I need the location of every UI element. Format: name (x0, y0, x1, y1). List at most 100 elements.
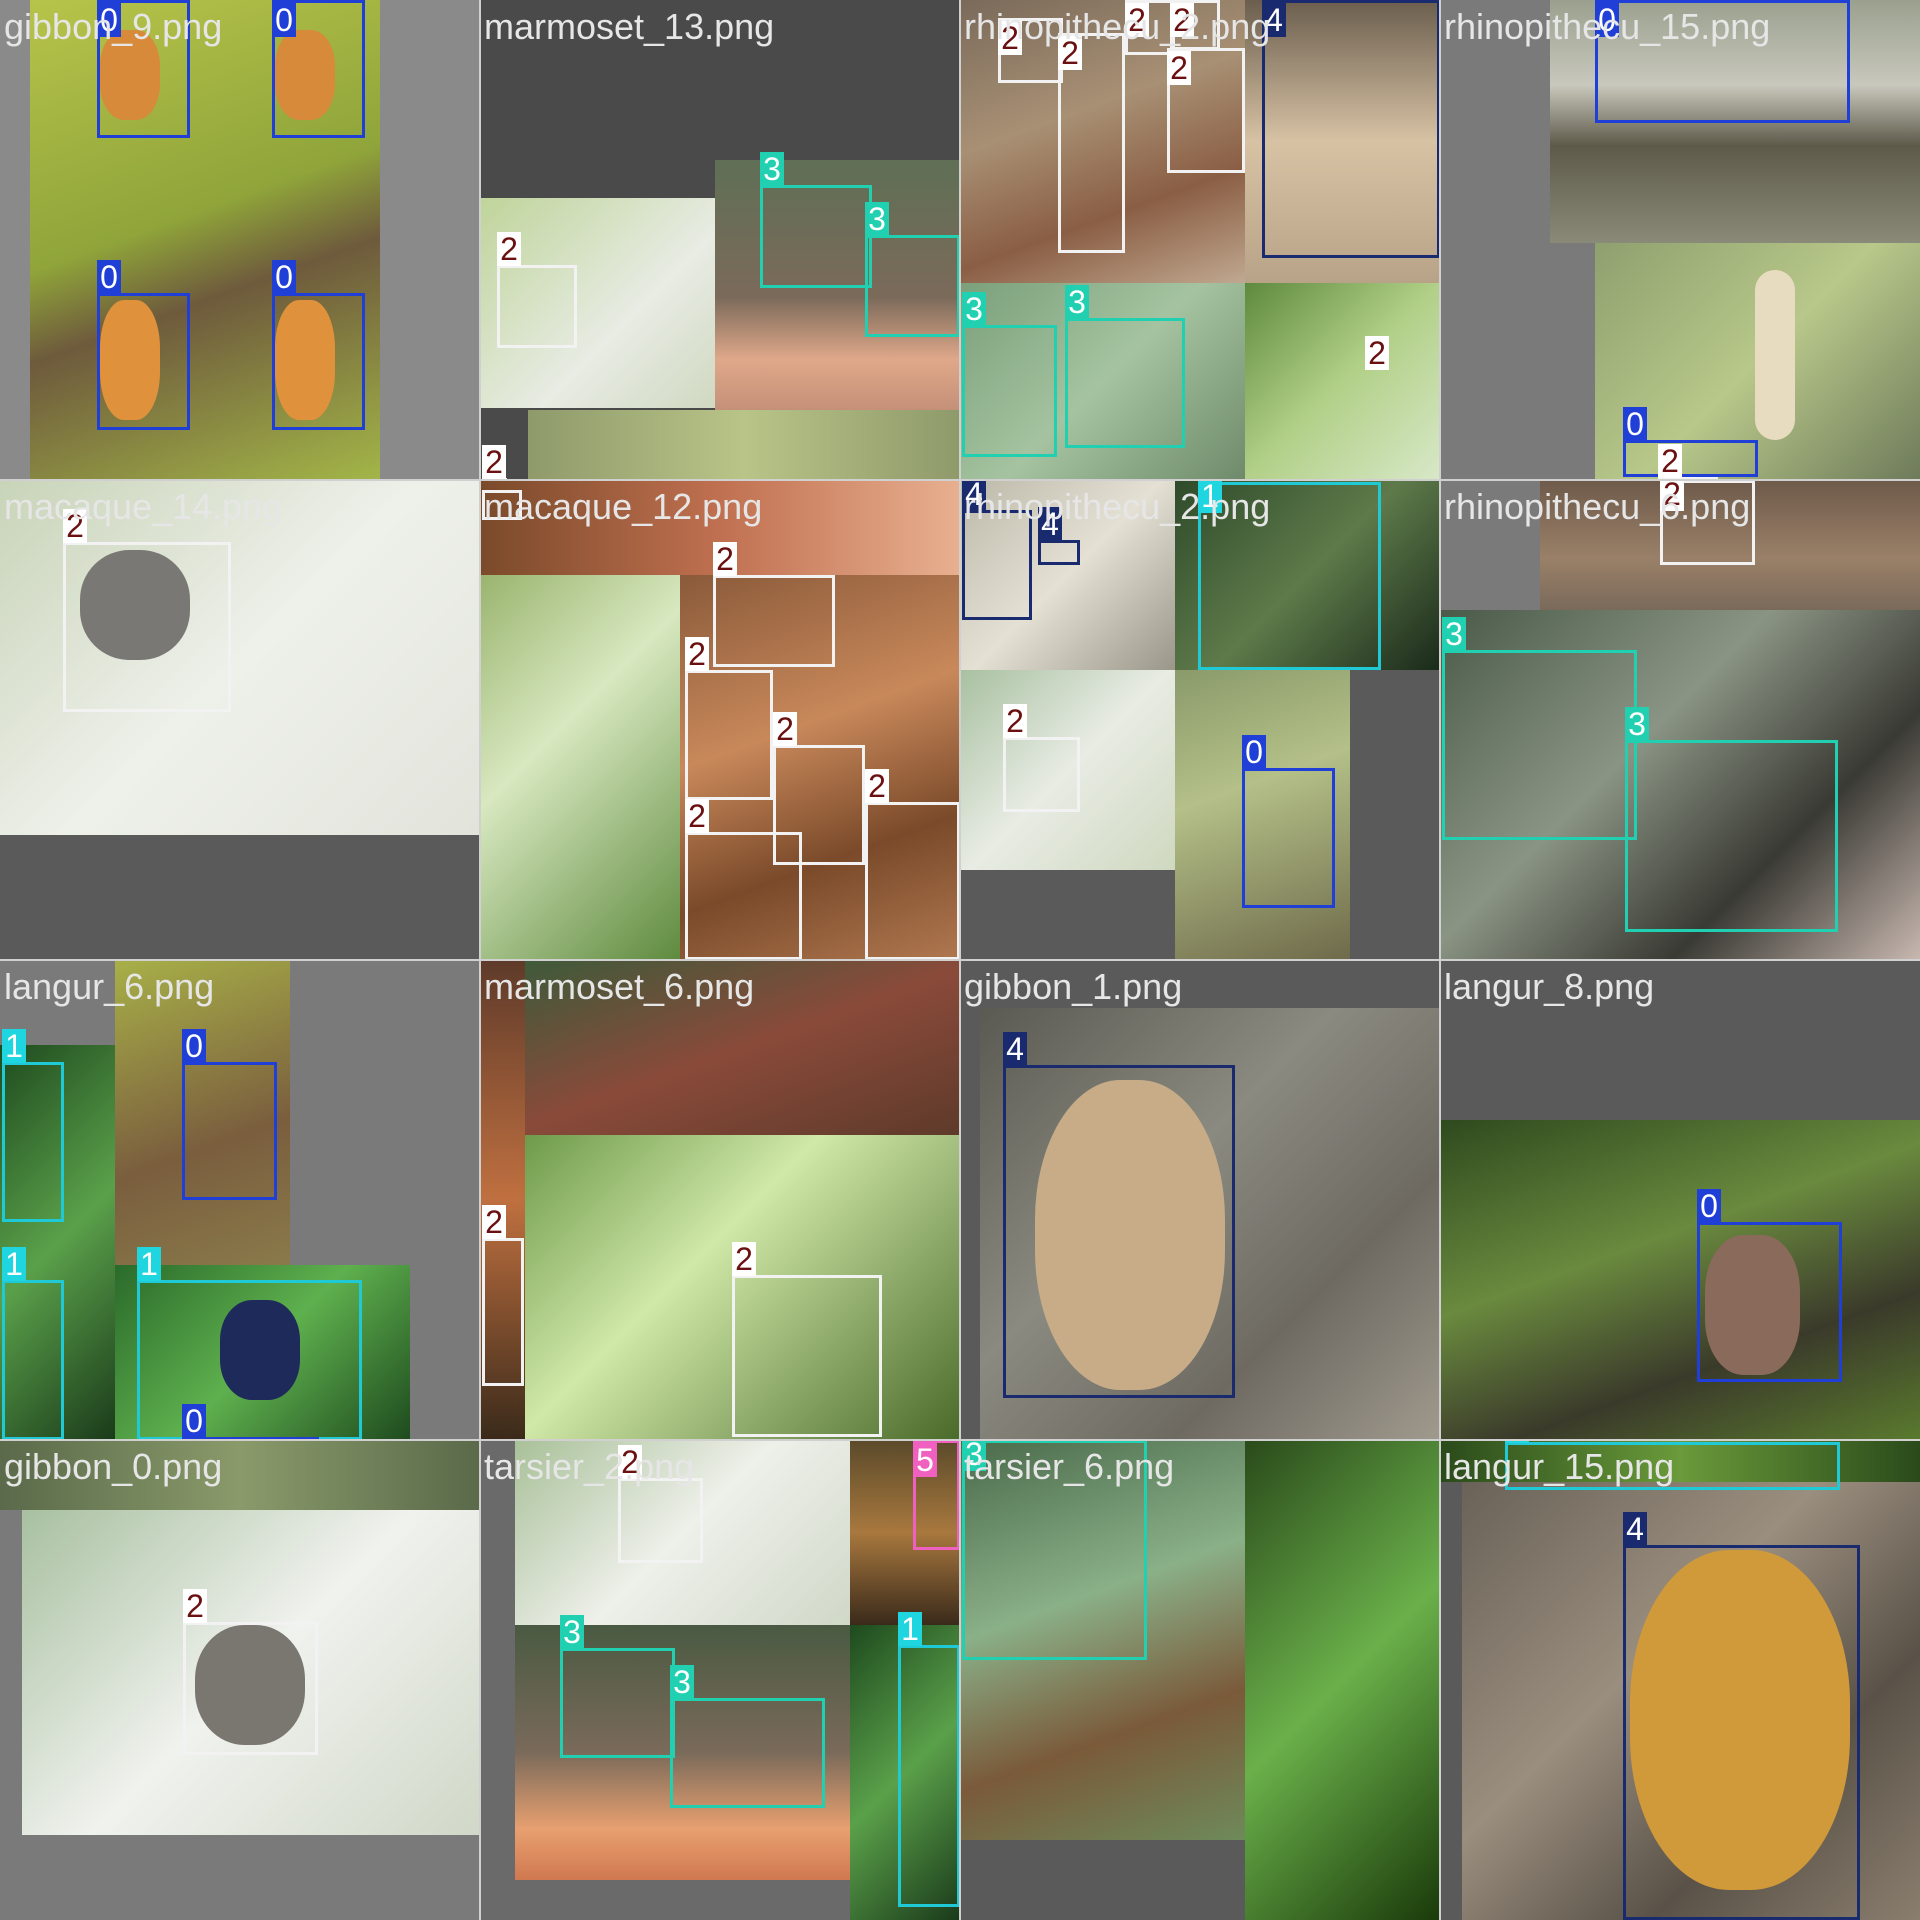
mosaic-tile: gibbon_1.png 4 (960, 960, 1440, 1440)
detection-box: 4 (1262, 0, 1440, 258)
detection-box: 2 (63, 509, 231, 712)
detection-box: 0 (1697, 1189, 1842, 1382)
photo-patch (1440, 1120, 1920, 1440)
class-label: 0 (1623, 407, 1647, 441)
class-label: 2 (865, 769, 889, 803)
mosaic-tile: rhinopithecu_2.png 4 4 1 2 0 (960, 480, 1440, 960)
class-label: 0 (1242, 735, 1266, 769)
detection-box: 3 (1442, 617, 1637, 840)
detection-box: 0 (182, 1029, 277, 1200)
photo-patch (480, 575, 680, 960)
detection-box: 0 (97, 260, 190, 430)
class-label: 5 (913, 1443, 937, 1477)
detection-box: 2 (685, 799, 802, 960)
class-label: 2 (482, 1205, 506, 1239)
detection-box: 2 (1167, 48, 1245, 173)
mosaic-tile: langur_15.png 1 4 (1440, 1440, 1920, 1920)
detection-box: 3 (670, 1665, 825, 1808)
tile-label: rhinopithecu_15.png (1444, 6, 1771, 47)
detection-box: 4 (1003, 1032, 1235, 1398)
detection-box: 3 (962, 292, 1057, 457)
grid-divider (0, 1439, 1920, 1441)
detection-box: 2 (685, 637, 773, 800)
mosaic-tile: langur_8.png 0 (1440, 960, 1920, 1440)
mosaic-tile: gibbon_0.png 2 (0, 1440, 480, 1920)
photo-patch (1245, 1440, 1440, 1920)
detection-box: 3 (560, 1615, 675, 1758)
detection-box: 2 (732, 1242, 882, 1437)
class-label: 2 (183, 1589, 207, 1623)
class-label: 2 (685, 637, 709, 671)
detection-box: 3 (1065, 285, 1185, 448)
class-label: 3 (1065, 285, 1089, 319)
tile-label: tarsier_2.png (484, 1446, 695, 1487)
tile-label: marmoset_6.png (484, 966, 755, 1007)
detection-box: 2 (1365, 336, 1440, 480)
class-label: 3 (670, 1665, 694, 1699)
class-label: 0 (97, 260, 121, 294)
class-label: 0 (182, 1029, 206, 1063)
class-label: 2 (1658, 444, 1682, 478)
detection-box: 1 (2, 1029, 64, 1222)
mosaic-tile: gibbon_9.png 0 0 0 0 (0, 0, 480, 480)
mosaic-tile: macaque_12.png 2 2 2 2 2 2 (480, 480, 960, 960)
class-label: 0 (1697, 1189, 1721, 1223)
tile-label: rhinopithecu_6.png (1444, 486, 1751, 527)
class-label: 1 (2, 1029, 26, 1063)
class-label: 2 (482, 445, 506, 479)
tile-label: macaque_14.png (4, 486, 283, 527)
class-label: 0 (272, 3, 296, 37)
mosaic-tile: langur_6.png 1 0 1 1 0 (0, 960, 480, 1440)
mosaic-tile: rhinopithecu_2.png 2 2 2 2 2 4 3 3 2 (960, 0, 1440, 480)
detection-box: 4 (1623, 1512, 1860, 1920)
tile-label: gibbon_0.png (4, 1446, 223, 1487)
detection-box: 2 (865, 769, 960, 960)
mosaic-tile: marmoset_6.png 2 2 (480, 960, 960, 1440)
detection-box: 3 (760, 152, 872, 288)
tile-label: langur_8.png (1444, 966, 1655, 1007)
class-label: 3 (865, 202, 889, 236)
class-label: 3 (760, 152, 784, 186)
grid-divider (0, 479, 1920, 481)
class-label: 4 (1003, 1032, 1027, 1066)
detection-box: 2 (1003, 704, 1080, 812)
detection-box: 4 (1038, 507, 1080, 565)
detection-box: 1 (137, 1247, 362, 1440)
class-label: 1 (898, 1612, 922, 1646)
class-label: 2 (685, 799, 709, 833)
tile-label: tarsier_6.png (964, 1446, 1175, 1487)
class-label: 1 (2, 1247, 26, 1281)
class-label: 3 (1442, 617, 1466, 651)
detection-box: 0 (1242, 735, 1335, 908)
detection-box: 5 (913, 1440, 960, 1550)
tile-label: langur_6.png (4, 966, 215, 1007)
mosaic-tile: rhinopithecu_6.png 2 3 3 (1440, 480, 1920, 960)
tile-label: macaque_12.png (484, 486, 763, 527)
detection-box: 2 (1058, 33, 1125, 253)
tile-label: rhinopithecu_2.png (964, 486, 1271, 527)
class-label: 0 (272, 260, 296, 294)
photo-patch (1755, 270, 1795, 440)
tile-label: rhinopithecu_2.png (964, 6, 1271, 47)
class-label: 0 (182, 1404, 206, 1438)
detection-box: 0 (272, 0, 365, 138)
tile-label: gibbon_1.png (964, 966, 1183, 1007)
photo-patch (528, 410, 960, 480)
grid-divider (0, 959, 1920, 961)
detection-box: 2 (497, 232, 577, 348)
detection-box: 0 (272, 260, 365, 430)
class-label: 3 (1625, 707, 1649, 741)
tile-label: marmoset_13.png (484, 6, 775, 47)
class-label: 2 (732, 1242, 756, 1276)
class-label: 2 (1003, 704, 1027, 738)
mosaic-tile: macaque_14.png 2 (0, 480, 480, 960)
detection-box: 2 (482, 1205, 524, 1386)
tile-label: langur_15.png (1444, 1446, 1675, 1487)
mosaic-tile: tarsier_2.png 2 5 3 3 1 (480, 1440, 960, 1920)
class-label: 2 (773, 712, 797, 746)
class-label: 1 (137, 1247, 161, 1281)
class-label: 2 (1167, 51, 1191, 85)
detection-box: 1 (898, 1612, 960, 1907)
class-label: 2 (713, 542, 737, 576)
detection-box: 2 (713, 542, 835, 667)
